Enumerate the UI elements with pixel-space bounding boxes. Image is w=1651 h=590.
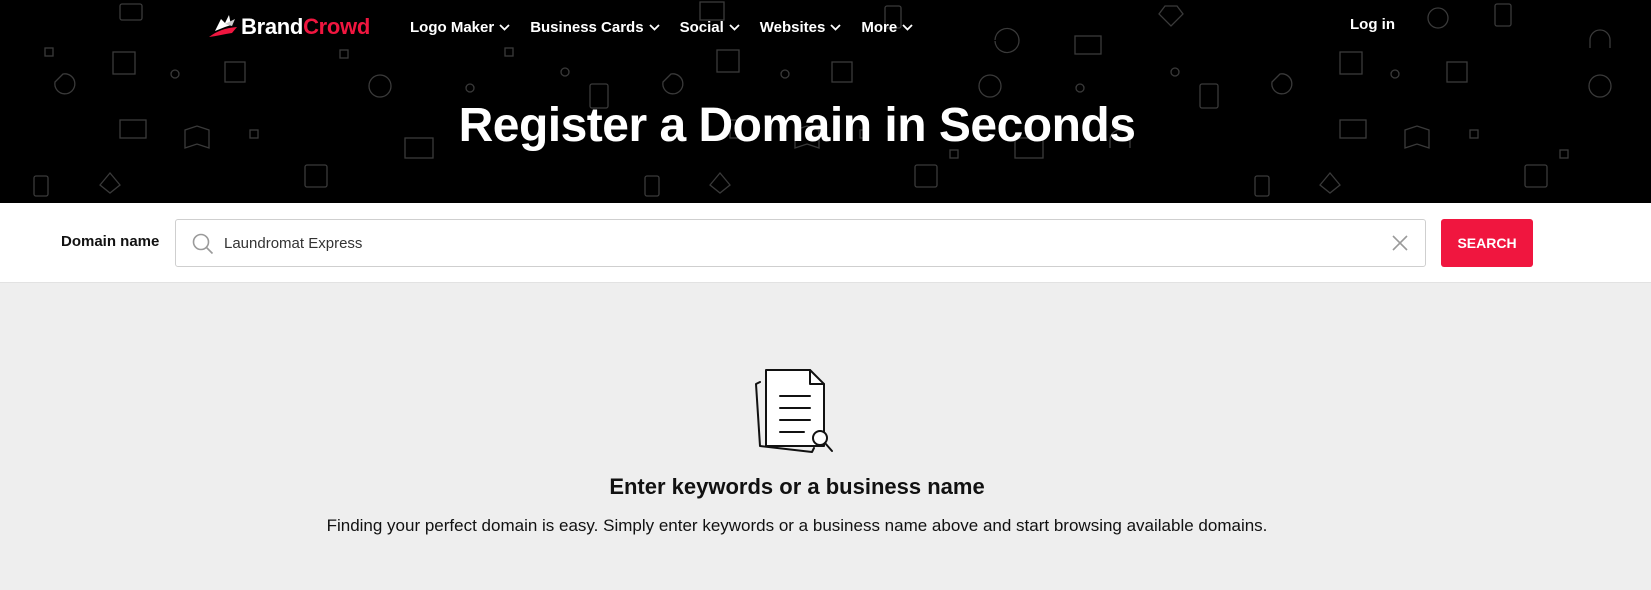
nav-item-more[interactable]: More <box>861 19 913 36</box>
nav-item-label: More <box>861 18 898 36</box>
domain-search-input[interactable] <box>224 220 1354 266</box>
nav-item-label: Websites <box>759 18 826 36</box>
nav-item-websites[interactable]: Websites <box>760 19 842 36</box>
search-button[interactable]: SEARCH <box>1441 219 1533 267</box>
brand-name: BrandCrowd <box>241 14 370 40</box>
login-link[interactable]: Log in <box>1350 16 1395 33</box>
nav-item-label: Social <box>679 18 724 36</box>
nav-item-logo-maker[interactable]: Logo Maker <box>410 19 510 36</box>
chevron-down-icon <box>902 23 913 31</box>
chevron-down-icon <box>830 23 841 31</box>
clear-icon[interactable] <box>1391 234 1409 252</box>
brand-name-part2: Crowd <box>303 14 371 39</box>
nav-item-social[interactable]: Social <box>680 19 740 36</box>
chevron-down-icon <box>648 23 660 31</box>
document-search-icon <box>755 369 833 453</box>
nav-item-business-cards[interactable]: Business Cards <box>530 18 660 36</box>
chevron-down-icon <box>729 23 740 31</box>
nav-item-label: Logo Maker <box>410 18 495 36</box>
empty-state-title: Enter keywords or a business name <box>609 474 985 499</box>
empty-state: Enter keywords or a business name Findin… <box>0 284 1594 590</box>
brand-name-part1: Brand <box>241 14 304 39</box>
nav-item-label: Business Cards <box>530 18 644 36</box>
page-title: Register a Domain in Seconds <box>458 99 1136 152</box>
chevron-down-icon <box>499 23 510 31</box>
brandcrowd-logo[interactable]: BrandCrowd <box>205 11 370 43</box>
search-field[interactable] <box>175 219 1426 267</box>
main-nav: Logo Maker Business Cards Social Website… <box>410 16 933 38</box>
domain-search-bar: Domain name SEARCH <box>0 203 1651 283</box>
domain-name-label: Domain name <box>61 233 160 250</box>
empty-state-text: Finding your perfect domain is easy. Sim… <box>326 516 1268 535</box>
hero-banner: BrandCrowd Logo Maker Business Cards Soc… <box>0 0 1651 203</box>
search-icon <box>192 233 214 255</box>
brandcrowd-logo-icon <box>209 15 237 37</box>
